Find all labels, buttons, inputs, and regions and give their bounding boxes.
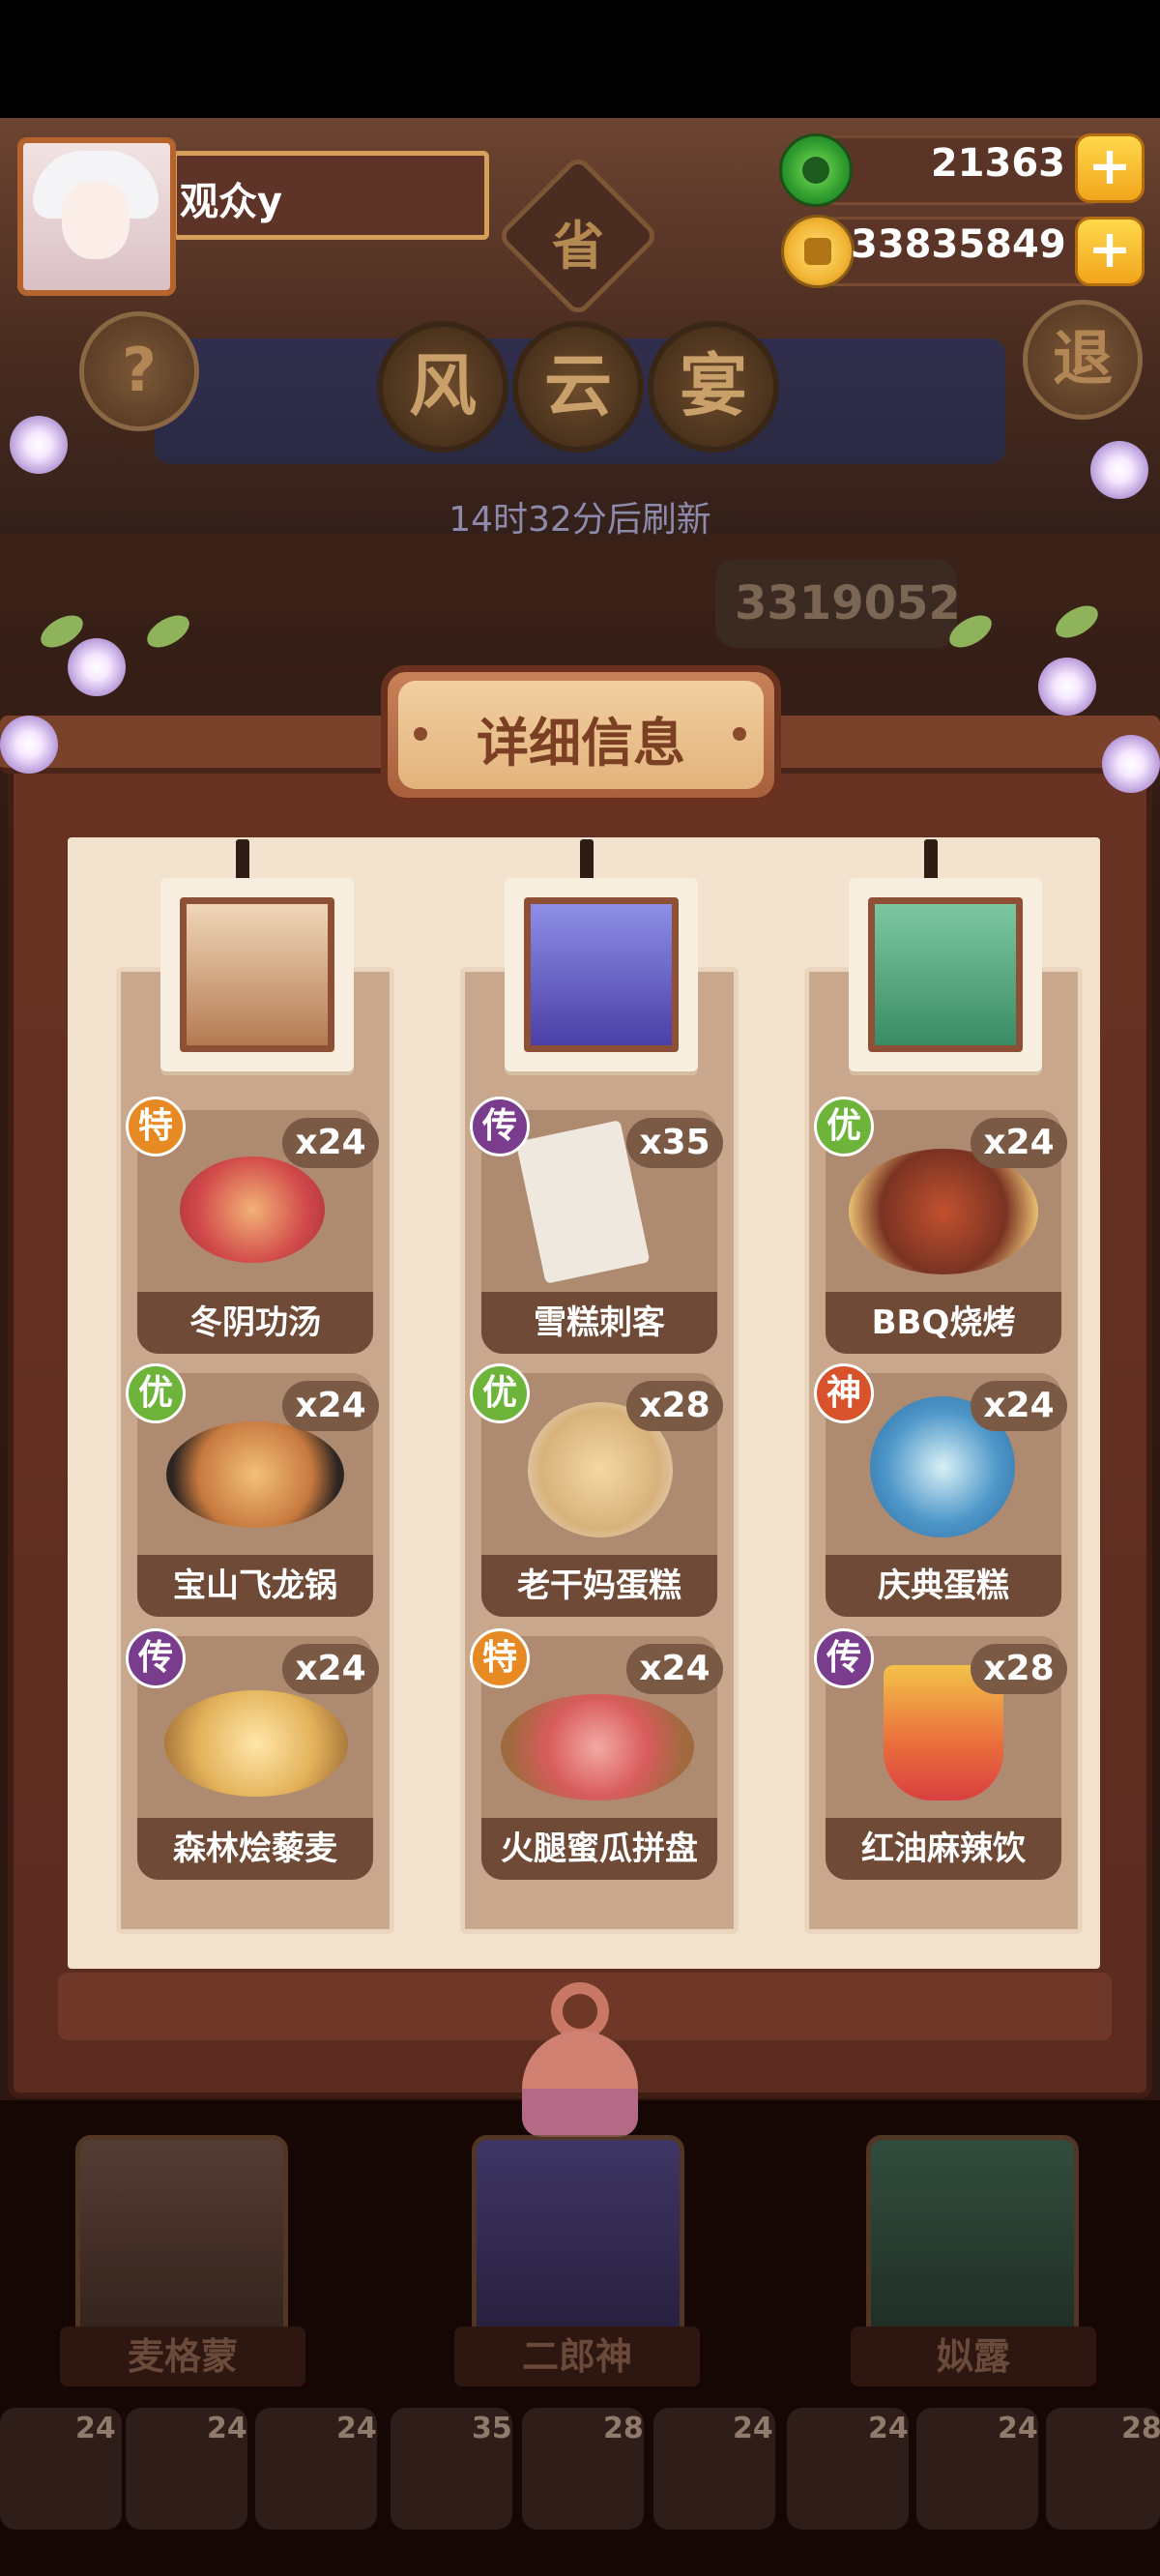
flower-decoration bbox=[0, 716, 58, 774]
flower-decoration bbox=[1090, 441, 1148, 499]
coin-icon-hole bbox=[804, 238, 831, 265]
flower-decoration bbox=[68, 638, 126, 696]
dish-count: x24 bbox=[282, 1381, 379, 1431]
chef-card[interactable] bbox=[472, 2135, 684, 2357]
mini-dish-count: 24 bbox=[75, 2412, 116, 2445]
jade-icon-hole bbox=[802, 157, 829, 184]
rarity-tag: 传 bbox=[814, 1628, 874, 1688]
title-medallion-2: 云 bbox=[512, 321, 644, 453]
player-avatar[interactable] bbox=[17, 137, 176, 296]
player-name: 观众y bbox=[180, 180, 283, 224]
rarity-tag: 传 bbox=[126, 1628, 186, 1688]
rarity-tag: 特 bbox=[126, 1097, 186, 1156]
chef-portrait-image bbox=[524, 897, 679, 1052]
dish-count: x28 bbox=[971, 1644, 1067, 1694]
dish-name: 冬阴功汤 bbox=[137, 1292, 373, 1354]
dish-name: 森林烩藜麦 bbox=[137, 1818, 373, 1880]
add-coins-button[interactable]: + bbox=[1075, 217, 1145, 286]
chef-card[interactable] bbox=[866, 2135, 1079, 2357]
dish-name: BBQ烧烤 bbox=[826, 1292, 1061, 1354]
mini-dish-count: 24 bbox=[207, 2412, 247, 2445]
jade-amount: 21363 bbox=[930, 141, 1065, 186]
knot-tassel bbox=[522, 2089, 638, 2137]
mini-dish-count: 28 bbox=[1121, 2412, 1160, 2445]
mini-dish-count: 24 bbox=[868, 2412, 909, 2445]
avatar-face bbox=[62, 182, 130, 259]
wooden-beam bbox=[0, 542, 1160, 609]
dish-image bbox=[180, 1156, 325, 1263]
title-medallion-1: 风 bbox=[377, 321, 508, 453]
mini-dish-count: 24 bbox=[998, 2412, 1038, 2445]
rarity-tag: 优 bbox=[126, 1363, 186, 1423]
refresh-timer: 14时32分后刷新 bbox=[449, 500, 711, 540]
chef-portrait[interactable] bbox=[505, 878, 698, 1071]
dish-count: x24 bbox=[282, 1118, 379, 1168]
flower-decoration bbox=[1102, 735, 1160, 793]
rarity-tag: 神 bbox=[814, 1363, 874, 1423]
rarity-tag: 特 bbox=[470, 1628, 530, 1688]
chef-card[interactable] bbox=[75, 2135, 288, 2357]
dish-image bbox=[164, 1690, 348, 1797]
chef-portrait-image bbox=[180, 897, 334, 1052]
rarity-tag: 传 bbox=[470, 1097, 530, 1156]
title-medallion-3: 宴 bbox=[648, 321, 779, 453]
dish-name: 火腿蜜瓜拼盘 bbox=[481, 1818, 717, 1880]
chef-portrait-image bbox=[868, 897, 1023, 1052]
exit-button[interactable]: 退 bbox=[1023, 300, 1143, 420]
mini-dish-count: 35 bbox=[472, 2412, 512, 2445]
dish-name: 老干妈蛋糕 bbox=[481, 1555, 717, 1617]
chef-portrait[interactable] bbox=[160, 878, 354, 1071]
dish-name: 宝山飞龙锅 bbox=[137, 1555, 373, 1617]
chef-name: 姒露 bbox=[851, 2327, 1096, 2386]
dish-count: x24 bbox=[626, 1644, 723, 1694]
score-value: 3319052 bbox=[735, 576, 961, 630]
help-button[interactable]: ? bbox=[79, 311, 199, 431]
mini-dish-count: 24 bbox=[733, 2412, 773, 2445]
mini-dish-count: 24 bbox=[336, 2412, 377, 2445]
dish-name: 雪糕刺客 bbox=[481, 1292, 717, 1354]
flower-decoration bbox=[10, 416, 68, 474]
dish-count: x28 bbox=[626, 1381, 723, 1431]
rarity-tag: 优 bbox=[814, 1097, 874, 1156]
dish-count: x24 bbox=[282, 1644, 379, 1694]
flower-decoration bbox=[1038, 658, 1096, 716]
coin-amount: 33835849 bbox=[851, 222, 1066, 267]
chef-name: 麦格蒙 bbox=[60, 2327, 305, 2386]
dish-image bbox=[166, 1421, 344, 1528]
status-bar-area bbox=[0, 0, 1160, 118]
dish-image bbox=[501, 1694, 694, 1800]
chef-name: 二郎神 bbox=[454, 2327, 700, 2386]
dish-count: x24 bbox=[971, 1381, 1067, 1431]
knot-ornament bbox=[522, 1982, 638, 2137]
dish-count: x24 bbox=[971, 1118, 1067, 1168]
dish-count: x35 bbox=[626, 1118, 723, 1168]
province-badge-label: 省 bbox=[552, 216, 604, 277]
dish-name: 红油麻辣饮 bbox=[826, 1818, 1061, 1880]
mini-dish-count: 28 bbox=[603, 2412, 644, 2445]
detail-title: 详细信息 bbox=[477, 713, 685, 774]
rarity-tag: 优 bbox=[470, 1363, 530, 1423]
add-jade-button[interactable]: + bbox=[1075, 133, 1145, 203]
chef-portrait[interactable] bbox=[849, 878, 1042, 1071]
dish-name: 庆典蛋糕 bbox=[826, 1555, 1061, 1617]
